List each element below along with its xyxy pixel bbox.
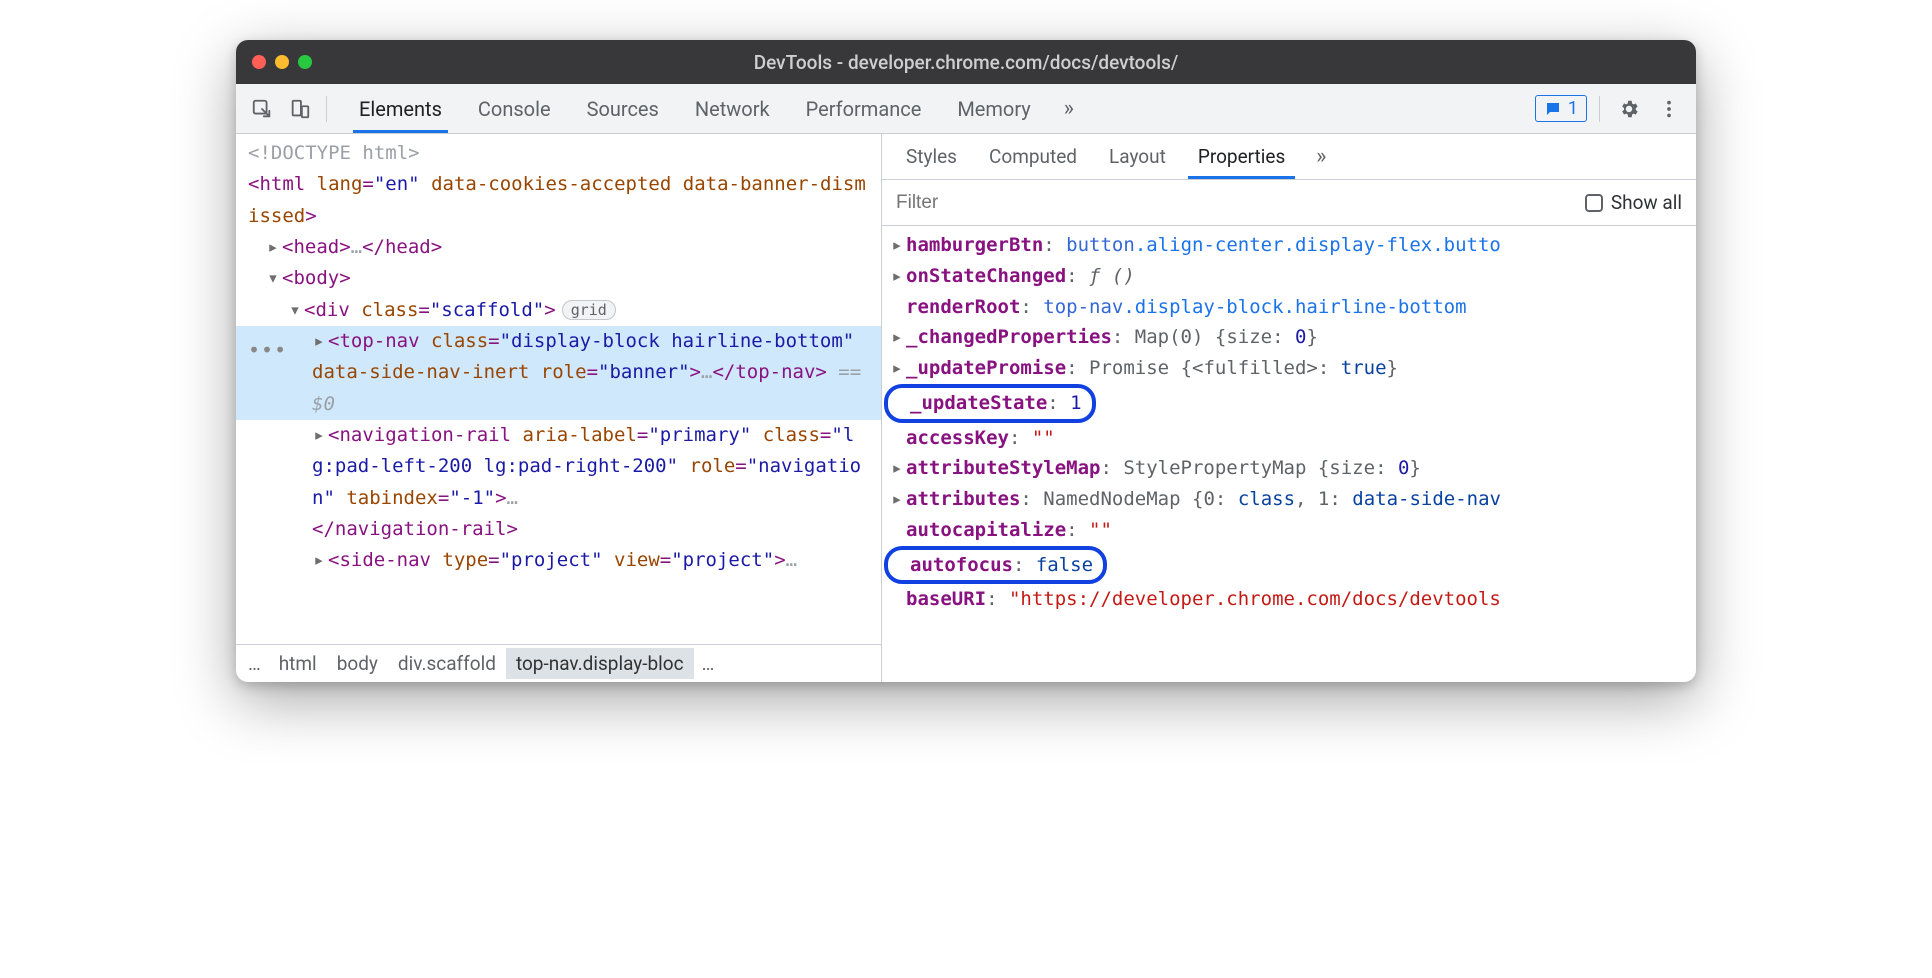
tabs-overflow-icon[interactable]: » — [1049, 84, 1089, 133]
highlight-circle: autofocus: false — [884, 546, 1107, 585]
tab-console[interactable]: Console — [460, 84, 569, 133]
toolbar-divider — [326, 96, 327, 122]
minimize-window-button[interactable] — [275, 55, 289, 69]
sidebar-tab-layout[interactable]: Layout — [1093, 134, 1182, 179]
chat-icon — [1544, 100, 1562, 118]
sidebar-tab-styles[interactable]: Styles — [890, 134, 973, 179]
expand-triangle-icon[interactable] — [312, 420, 326, 451]
more-options-icon[interactable] — [1652, 92, 1686, 126]
titlebar: DevTools - developer.chrome.com/docs/dev… — [236, 40, 1696, 84]
property-row[interactable]: attributeStyleMap: StylePropertyMap {siz… — [882, 453, 1696, 484]
side-nav-node[interactable]: <side-nav type="project" view="project">… — [236, 545, 881, 576]
html-open[interactable]: <html lang="en" data-cookies-accepted da… — [236, 169, 881, 232]
properties-filter-input[interactable] — [896, 192, 1571, 214]
breadcrumb-overflow-right[interactable]: … — [694, 648, 723, 679]
expand-triangle-icon[interactable] — [890, 230, 904, 261]
toolbar-divider — [1599, 96, 1600, 122]
navigation-rail-node[interactable]: <navigation-rail aria-label="primary" cl… — [236, 420, 881, 545]
devtools-window: DevTools - developer.chrome.com/docs/dev… — [236, 40, 1696, 682]
property-row-highlighted[interactable]: autofocus: false — [882, 546, 1696, 585]
expand-triangle-icon[interactable] — [890, 484, 904, 515]
scaffold-node[interactable]: <div class="scaffold">grid — [236, 295, 881, 326]
breadcrumb-item[interactable]: body — [327, 648, 388, 679]
issues-badge[interactable]: 1 — [1535, 95, 1587, 122]
close-window-button[interactable] — [252, 55, 266, 69]
panels: <!DOCTYPE html> <html lang="en" data-coo… — [236, 134, 1696, 682]
device-toggle-icon[interactable] — [282, 91, 318, 127]
settings-icon[interactable] — [1612, 92, 1646, 126]
breadcrumb-item[interactable]: html — [269, 648, 327, 679]
breadcrumb: … html body div.scaffold top-nav.display… — [236, 644, 881, 682]
maximize-window-button[interactable] — [298, 55, 312, 69]
show-all-toggle[interactable]: Show all — [1585, 191, 1682, 214]
body-node[interactable]: <body> — [236, 263, 881, 294]
collapse-triangle-icon[interactable] — [288, 295, 302, 326]
property-row[interactable]: accessKey: "" — [882, 423, 1696, 454]
issues-count: 1 — [1568, 98, 1578, 119]
sidebar-tab-properties[interactable]: Properties — [1182, 134, 1301, 179]
tab-memory[interactable]: Memory — [939, 84, 1048, 133]
sidebar-tabs: Styles Computed Layout Properties » — [882, 134, 1696, 180]
main-toolbar: Elements Console Sources Network Perform… — [236, 84, 1696, 134]
property-row[interactable]: _changedProperties: Map(0) {size: 0} — [882, 322, 1696, 353]
expand-triangle-icon[interactable] — [312, 326, 326, 357]
property-row[interactable]: attributes: NamedNodeMap {0: class, 1: d… — [882, 484, 1696, 515]
expand-triangle-icon[interactable] — [890, 322, 904, 353]
dom-tree[interactable]: <!DOCTYPE html> <html lang="en" data-coo… — [236, 134, 881, 644]
breadcrumb-item[interactable]: div.scaffold — [388, 648, 506, 679]
property-row[interactable]: autocapitalize: "" — [882, 515, 1696, 546]
property-row[interactable]: renderRoot: top-nav.display-block.hairli… — [882, 292, 1696, 323]
expand-triangle-icon[interactable] — [890, 353, 904, 384]
tab-sources[interactable]: Sources — [569, 84, 677, 133]
tab-performance[interactable]: Performance — [788, 84, 940, 133]
sidebar-tab-computed[interactable]: Computed — [973, 134, 1093, 179]
sidebar-panel: Styles Computed Layout Properties » Show… — [882, 134, 1696, 682]
property-row[interactable]: onStateChanged: ƒ () — [882, 261, 1696, 292]
dom-panel: <!DOCTYPE html> <html lang="en" data-coo… — [236, 134, 882, 682]
breadcrumb-overflow-left[interactable]: … — [240, 648, 269, 679]
doctype-line[interactable]: <!DOCTYPE html> — [236, 138, 881, 169]
property-row[interactable]: _updatePromise: Promise {<fulfilled>: tr… — [882, 353, 1696, 384]
selection-gutter-icon: ••• — [248, 334, 287, 367]
properties-filter-row: Show all — [882, 180, 1696, 226]
breadcrumb-item-active[interactable]: top-nav.display-bloc — [506, 648, 694, 679]
traffic-lights — [252, 55, 312, 69]
window-title: DevTools - developer.chrome.com/docs/dev… — [236, 51, 1696, 74]
head-node[interactable]: <head>…</head> — [236, 232, 881, 263]
expand-triangle-icon[interactable] — [890, 453, 904, 484]
topnav-node-selected[interactable]: <top-nav class="display-block hairline-b… — [236, 326, 881, 420]
sidebar-tabs-overflow-icon[interactable]: » — [1301, 134, 1341, 179]
show-all-label: Show all — [1611, 191, 1682, 214]
property-row-highlighted[interactable]: _updateState: 1 — [882, 384, 1696, 423]
highlight-circle: _updateState: 1 — [884, 384, 1096, 423]
expand-triangle-icon[interactable] — [312, 545, 326, 576]
main-tabs: Elements Console Sources Network Perform… — [341, 84, 1525, 133]
property-row[interactable]: hamburgerBtn: button.align-center.displa… — [882, 230, 1696, 261]
checkbox-icon[interactable] — [1585, 194, 1603, 212]
collapse-triangle-icon[interactable] — [266, 263, 280, 294]
inspect-element-icon[interactable] — [244, 91, 280, 127]
expand-triangle-icon[interactable] — [266, 232, 280, 263]
tab-network[interactable]: Network — [677, 84, 788, 133]
tab-elements[interactable]: Elements — [341, 84, 460, 133]
property-row[interactable]: baseURI: "https://developer.chrome.com/d… — [882, 584, 1696, 615]
properties-list[interactable]: hamburgerBtn: button.align-center.displa… — [882, 226, 1696, 682]
grid-badge[interactable]: grid — [562, 300, 616, 320]
expand-triangle-icon[interactable] — [890, 261, 904, 292]
